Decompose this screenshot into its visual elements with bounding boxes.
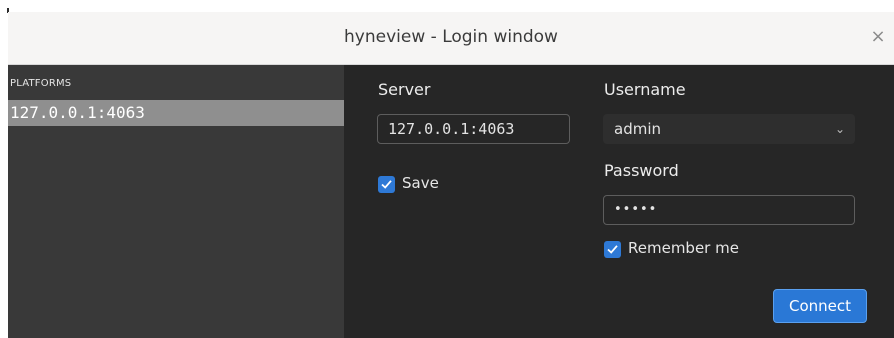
checkmark-icon bbox=[607, 245, 618, 254]
remember-me-row[interactable]: Remember me bbox=[604, 239, 764, 259]
server-label: Server bbox=[378, 80, 431, 99]
platform-item-label: 127.0.0.1:4063 bbox=[10, 103, 145, 122]
save-label: Save bbox=[402, 174, 439, 192]
save-checkbox-row[interactable]: Save bbox=[378, 174, 468, 194]
login-form: Server 127.0.0.1:4063 Save Username admi… bbox=[344, 65, 894, 338]
platforms-sidebar: PLATFORMS 127.0.0.1:4063 bbox=[8, 65, 344, 338]
username-label: Username bbox=[604, 80, 686, 99]
password-field[interactable]: ••••• bbox=[603, 195, 855, 225]
username-value: admin bbox=[614, 120, 661, 138]
server-input[interactable]: 127.0.0.1:4063 bbox=[377, 114, 570, 144]
platforms-header: PLATFORMS bbox=[10, 78, 72, 89]
close-icon[interactable]: × bbox=[868, 26, 888, 48]
remember-me-label: Remember me bbox=[628, 239, 739, 257]
connect-button[interactable]: Connect bbox=[773, 289, 867, 323]
window-title: hyneview - Login window bbox=[344, 27, 558, 47]
username-combobox[interactable]: admin ⌄ bbox=[603, 114, 855, 144]
save-checkbox[interactable] bbox=[378, 176, 395, 193]
password-label: Password bbox=[604, 161, 679, 180]
title-bar: hyneview - Login window × bbox=[8, 12, 894, 65]
login-window: hyneview - Login window × PLATFORMS 127.… bbox=[8, 12, 894, 338]
platform-item-127-0-0-1[interactable]: 127.0.0.1:4063 bbox=[8, 100, 344, 126]
checkmark-icon bbox=[381, 180, 392, 189]
chevron-down-icon[interactable]: ⌄ bbox=[835, 115, 845, 143]
remember-me-checkbox[interactable] bbox=[604, 241, 621, 258]
